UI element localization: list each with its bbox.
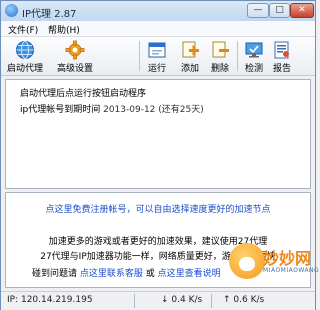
monitor-check-icon [245,42,263,58]
maximize-button[interactable]: □ [269,3,290,18]
delete-button[interactable]: 删除 [207,39,233,74]
delete-document-icon [212,41,229,58]
status-panel: 启动代理后点运行按钮启动程序 ip代理帐号到期时间 2013-09-12 (还有… [5,79,311,189]
down-arrow-icon: ↓ [161,295,169,305]
status-divider [211,294,212,308]
upload-speed: ↑ 0.6 K/s [223,295,264,305]
check-button[interactable]: 检测 [241,39,267,74]
report-button[interactable]: 报告 [269,39,295,74]
close-button[interactable]: ✕ [290,3,314,18]
window-run-icon [148,42,166,58]
help-or: 或 [145,269,155,279]
run-button[interactable]: 运行 [144,39,170,74]
window-title: IP代理 2.87 [22,9,77,20]
minimize-button[interactable]: — [247,3,269,18]
toolbar-separator [139,41,140,71]
watermark: 妙妙网 MIAOMIAOWANG [229,239,319,289]
add-label: 添加 [180,64,199,74]
start-proxy-button[interactable]: 启动代理 [3,39,47,74]
run-label: 运行 [147,64,166,74]
advanced-settings-button[interactable]: 高级设置 [53,39,97,74]
status-bar: IP: 120.14.219.195 ↓ 0.4 K/s ↑ 0.6 K/s [1,291,315,310]
status-line-1: 启动代理后点运行按钮启动程序 [20,89,147,99]
advanced-settings-label: 高级设置 [56,64,93,74]
report-label: 报告 [272,64,291,74]
toolbar: 启动代理 高级设置 运行 添加 删除 检测 报告 [1,37,315,76]
status-line-2: ip代理帐号到期时间 2013-09-12 (还有25天) [20,102,204,115]
status-divider [134,294,135,308]
download-speed-value: 0.4 K/s [171,295,203,305]
watermark-text: 妙妙网 [263,249,312,268]
toolbar-separator [237,41,238,71]
help-prefix: 碰到问题请 [32,269,78,279]
menu-help[interactable]: 帮助(H) [48,23,80,36]
start-proxy-label: 启动代理 [6,64,43,74]
ip-address: IP: 120.14.219.195 [7,295,93,305]
report-icon [274,41,289,59]
globe-icon [16,41,34,59]
delete-label: 删除 [210,64,229,74]
app-icon [5,4,18,17]
contact-support-link[interactable]: 点这里联系客服 [80,269,143,279]
register-link[interactable]: 点这里免费注册帐号，可以自由选择速度更好的加速节点 [6,202,310,215]
menu-file[interactable]: 文件(F) [8,23,38,36]
up-arrow-icon: ↑ [223,295,231,305]
expiry-label: ip代理帐号到期时间 [20,105,101,115]
view-instructions-link[interactable]: 点这里查看说明 [158,269,221,279]
gear-icon [65,40,85,60]
watermark-logo-icon [229,243,265,279]
app-window: IP代理 2.87 — □ ✕ 文件(F) 帮助(H) 启动代理 高级设置 运行… [0,0,319,310]
upload-speed-value: 0.6 K/s [233,295,265,305]
add-button[interactable]: 添加 [177,39,203,74]
watermark-subtext: MIAOMIAOWANG [263,267,320,274]
help-line: 碰到问题请 点这里联系客服 或 点这里查看说明 [32,266,221,279]
add-document-icon [182,41,199,58]
menu-bar: 文件(F) 帮助(H) [1,21,315,37]
expiry-date: 2013-09-12 (还有25天) [103,105,204,115]
download-speed: ↓ 0.4 K/s [161,295,202,305]
title-bar[interactable]: IP代理 2.87 — □ ✕ [1,1,315,22]
check-label: 检测 [244,64,263,74]
